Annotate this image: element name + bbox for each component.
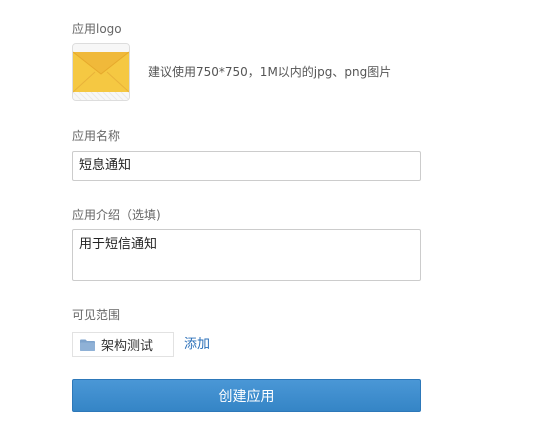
create-app-form: 应用logo 建议使用750*750，1M以内的jpg、png图片 应用名称 短…: [0, 0, 558, 426]
app-logo-upload[interactable]: [72, 43, 130, 101]
logo-hint: 建议使用750*750，1M以内的jpg、png图片: [148, 65, 392, 79]
create-app-button[interactable]: 创建应用: [72, 379, 421, 412]
app-name-label: 应用名称: [72, 129, 121, 143]
envelope-icon: [73, 44, 129, 100]
logo-label: 应用logo: [72, 22, 122, 36]
visibility-label: 可见范围: [72, 308, 121, 322]
add-visibility-link[interactable]: 添加: [184, 337, 210, 353]
app-description-textarea[interactable]: 用于短信通知: [72, 229, 421, 281]
department-name: 架构测试: [101, 339, 154, 354]
department-chip[interactable]: 架构测试: [72, 332, 174, 357]
app-name-input[interactable]: 短息通知: [72, 151, 421, 181]
folder-icon: [80, 339, 95, 351]
app-description-label: 应用介绍（选填): [72, 208, 161, 222]
